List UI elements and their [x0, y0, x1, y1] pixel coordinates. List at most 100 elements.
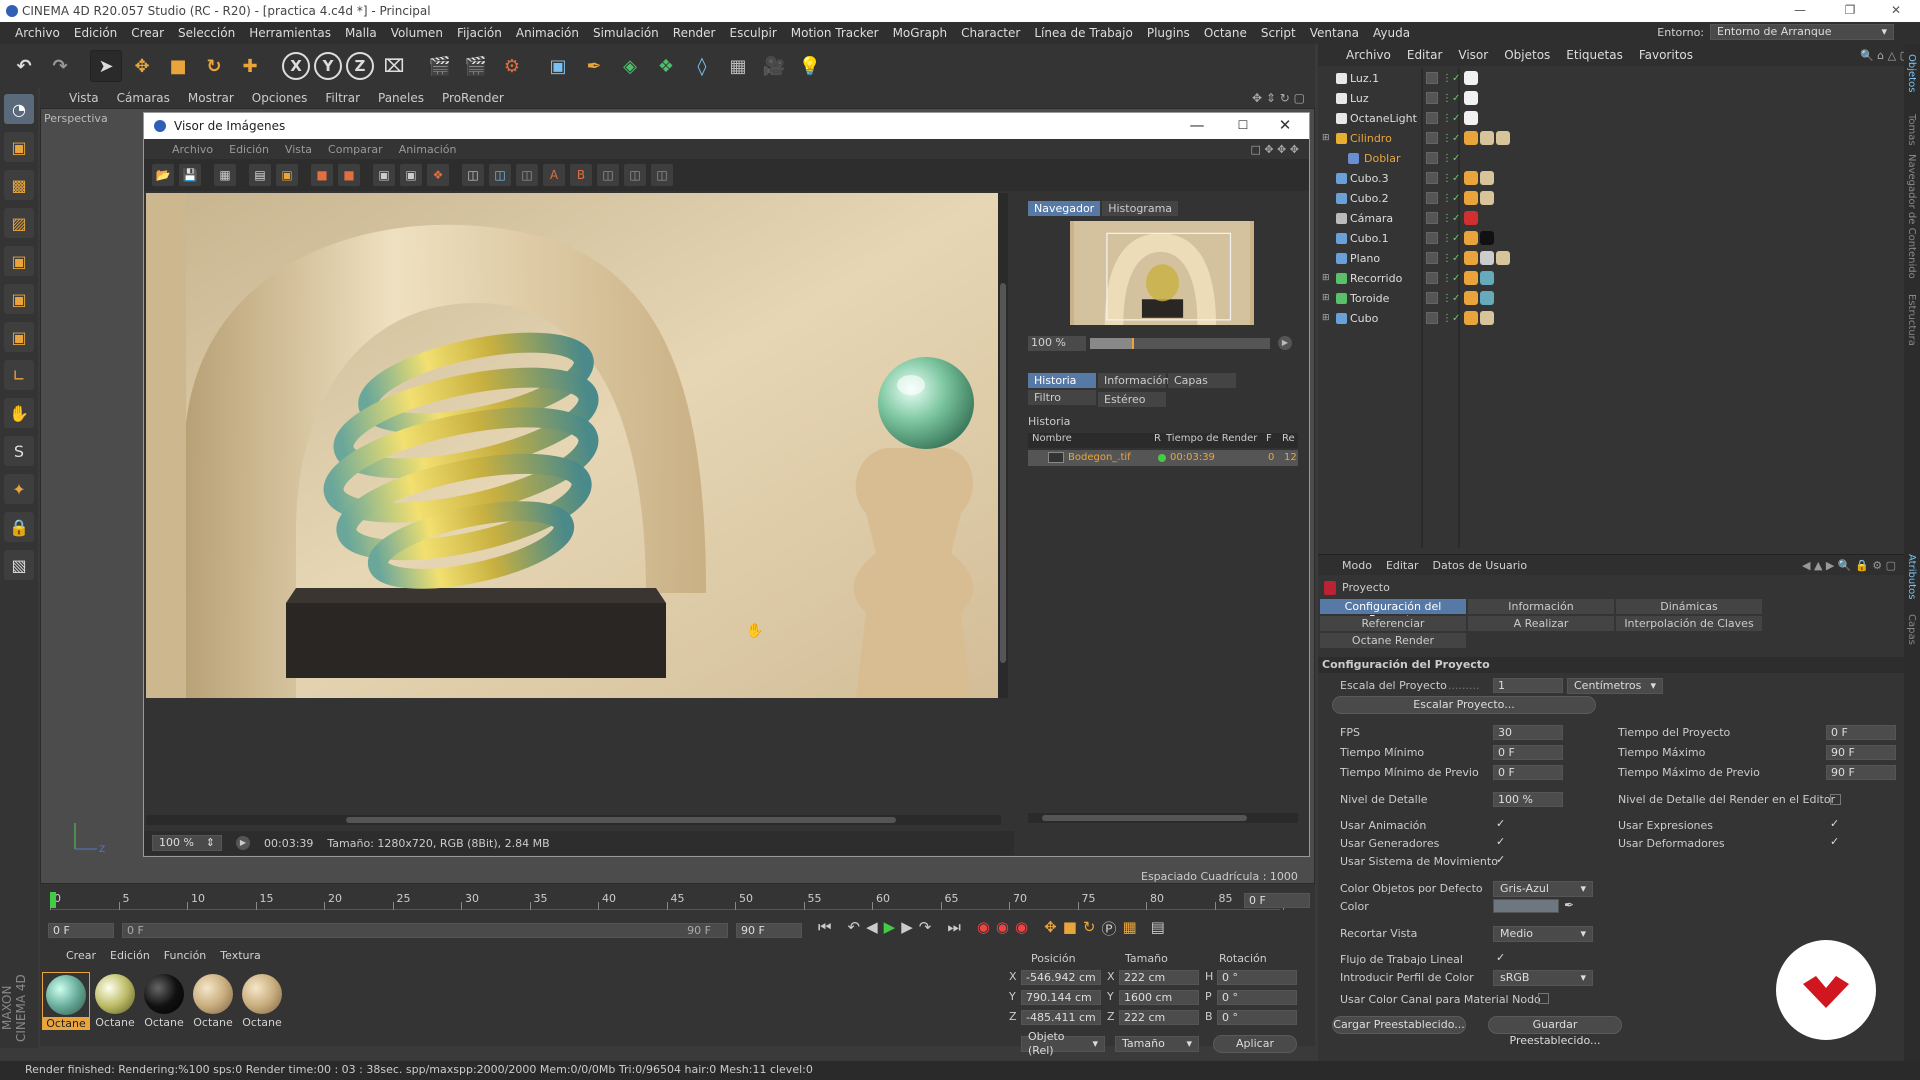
object-tag-icon[interactable]	[1496, 251, 1510, 265]
render-picture-viewer-icon[interactable]: 🎬	[460, 50, 492, 82]
axis-mode-icon[interactable]: ∟	[4, 360, 34, 390]
light-icon[interactable]: 💡	[794, 50, 826, 82]
visibility-check-icon[interactable]: ⋮✓	[1442, 73, 1460, 84]
sidetab-tomas[interactable]: Tomas	[1906, 114, 1917, 146]
menu-seleccion[interactable]: Selección	[171, 26, 242, 40]
visibility-check-icon[interactable]: ⋮✓	[1442, 293, 1460, 304]
sidetab-capas[interactable]: Capas	[1906, 614, 1917, 645]
goto-end-icon[interactable]: ⏭	[947, 918, 961, 939]
select-tool-icon[interactable]: ➤	[90, 50, 122, 82]
tab-a-realizar[interactable]: A Realizar	[1468, 616, 1614, 631]
viewport-menu-opciones[interactable]: Opciones	[243, 91, 317, 105]
autokey-icon[interactable]: ◉	[996, 918, 1009, 939]
tab-capas[interactable]: Capas	[1168, 373, 1236, 388]
visibility-check-icon[interactable]: ⋮✓	[1442, 253, 1460, 264]
current-frame-field[interactable]: 0 F	[1244, 893, 1310, 908]
viewport-menu-mostrar[interactable]: Mostrar	[179, 91, 243, 105]
navigator-zoom-slider[interactable]	[1090, 338, 1270, 349]
object-tag-icon[interactable]	[1480, 291, 1494, 305]
layer-flag[interactable]	[1426, 192, 1438, 204]
fps-input[interactable]: 30	[1493, 725, 1563, 740]
object-tag-icon[interactable]	[1464, 211, 1478, 225]
tab-navegador[interactable]: Navegador	[1028, 201, 1101, 216]
menu-animacion[interactable]: Animación	[509, 26, 586, 40]
set-b-icon[interactable]: B	[570, 164, 592, 186]
object-row[interactable]: ⊞ Cubo ⋮✓	[1318, 308, 1878, 328]
pv-menu-archivo[interactable]: Archivo	[164, 143, 221, 156]
visibility-check-icon[interactable]: ⋮✓	[1442, 133, 1460, 144]
om-search-home-icons[interactable]: 🔍 ⌂ △ ▢	[1860, 49, 1910, 62]
sidetab-estructura[interactable]: Estructura	[1906, 294, 1917, 346]
playhead[interactable]	[50, 892, 56, 908]
viewport-menu-prorender[interactable]: ProRender	[433, 91, 513, 105]
start-frame-field[interactable]: 0 F	[48, 923, 114, 938]
prev-key-icon[interactable]: ↶	[848, 918, 861, 939]
add-tool-icon[interactable]: ✚	[234, 50, 266, 82]
coord-size-field[interactable]: 1600 cm	[1119, 990, 1199, 1005]
end-frame-field[interactable]: 90 F	[736, 923, 802, 938]
tab-filtro[interactable]: Filtro	[1028, 390, 1096, 405]
tab-informacion-proyecto[interactable]: Información	[1468, 599, 1614, 614]
viewport-nav-icons[interactable]: ✥ ⇕ ↻ ▢	[1252, 91, 1305, 105]
key-param-icon[interactable]: Ⓟ	[1101, 918, 1116, 939]
region-render-icon[interactable]: ▤	[249, 164, 271, 186]
om-menu-objetos[interactable]: Objetos	[1496, 48, 1558, 62]
pv-menu-comparar[interactable]: Comparar	[320, 143, 391, 156]
texture-mode-icon[interactable]: ▩	[4, 170, 34, 200]
ab-icon[interactable]: ◫	[516, 164, 538, 186]
object-row[interactable]: Cámara ⋮✓	[1318, 208, 1878, 228]
close-button[interactable]: ✕	[1876, 0, 1916, 22]
coord-rotation-field[interactable]: 0 °	[1217, 990, 1297, 1005]
object-tag-icon[interactable]	[1464, 71, 1478, 85]
tab-estereo[interactable]: Estéreo	[1098, 392, 1166, 407]
visibility-check-icon[interactable]: ⋮✓	[1442, 213, 1460, 224]
rotate-tool-icon[interactable]: ↻	[198, 50, 230, 82]
object-row[interactable]: Cubo.2 ⋮✓	[1318, 188, 1878, 208]
om-menu-visor[interactable]: Visor	[1450, 48, 1496, 62]
pv-maximize-button[interactable]: ☐	[1220, 113, 1266, 139]
use-deformers-checkbox[interactable]: ✓	[1830, 836, 1841, 848]
visibility-check-icon[interactable]: ⋮✓	[1442, 273, 1460, 284]
object-tag-icon[interactable]	[1464, 291, 1478, 305]
navigator-zoom-field[interactable]: 100 %	[1028, 336, 1086, 351]
lod-input[interactable]: 100 %	[1493, 792, 1563, 807]
tab-dinamicas[interactable]: Dinámicas	[1616, 599, 1762, 614]
eyedropper-icon[interactable]: ✒	[1564, 898, 1574, 912]
z-axis-icon[interactable]: Z	[346, 52, 374, 80]
material-item[interactable]: Octane	[238, 972, 286, 1030]
am-menu-modo[interactable]: Modo	[1342, 559, 1372, 572]
render-settings-icon[interactable]: ⚙	[496, 50, 528, 82]
menu-plugins[interactable]: Plugins	[1140, 26, 1197, 40]
pv-menu-vista[interactable]: Vista	[277, 143, 320, 156]
object-row[interactable]: ⊞ Toroide ⋮✓	[1318, 288, 1878, 308]
menu-edicion[interactable]: Edición	[67, 26, 124, 40]
object-row[interactable]: Doblar ⋮✓	[1318, 148, 1878, 168]
goto-start-icon[interactable]: ⏮	[818, 918, 832, 939]
next-key-icon[interactable]: ↷	[919, 918, 932, 939]
tab-interpolacion[interactable]: Interpolación de Claves	[1616, 616, 1762, 631]
coord-size-field[interactable]: 222 cm	[1119, 1010, 1199, 1025]
next-frame-icon[interactable]: ▶	[901, 918, 913, 939]
lock-workplane-icon[interactable]: 🔒	[4, 512, 34, 542]
interactive-region-icon[interactable]: ▣	[276, 164, 298, 186]
menu-herramientas[interactable]: Herramientas	[242, 26, 338, 40]
viewport-menu-filtrar[interactable]: Filtrar	[316, 91, 369, 105]
node-color-checkbox[interactable]	[1538, 993, 1549, 1004]
object-tag-icon[interactable]	[1480, 171, 1494, 185]
timeline-ruler[interactable]: 051015202530354045505560657075808590	[50, 892, 1301, 910]
mm-menu-crear[interactable]: Crear	[66, 949, 96, 962]
grid-icon[interactable]: ▦	[214, 164, 236, 186]
object-tag-icon[interactable]	[1464, 311, 1478, 325]
toggle-icon[interactable]: ◫	[651, 164, 673, 186]
layer-flag[interactable]	[1426, 252, 1438, 264]
menu-esculpir[interactable]: Esculpir	[723, 26, 784, 40]
key-help-icon[interactable]: ◉	[1015, 918, 1028, 939]
scale-input[interactable]: 1	[1493, 678, 1563, 693]
play-forward-icon[interactable]: ▶	[884, 918, 896, 939]
solo-mode-icon[interactable]: S	[4, 436, 34, 466]
menu-ayuda[interactable]: Ayuda	[1366, 26, 1417, 40]
pv-layout-icons[interactable]: □ ✥ ✥ ✥	[1250, 143, 1299, 156]
object-row[interactable]: Plano ⋮✓	[1318, 248, 1878, 268]
coord-mode-select[interactable]: Objeto (Rel) ▾	[1021, 1030, 1105, 1057]
render-horizontal-scrollbar[interactable]	[146, 815, 1001, 825]
